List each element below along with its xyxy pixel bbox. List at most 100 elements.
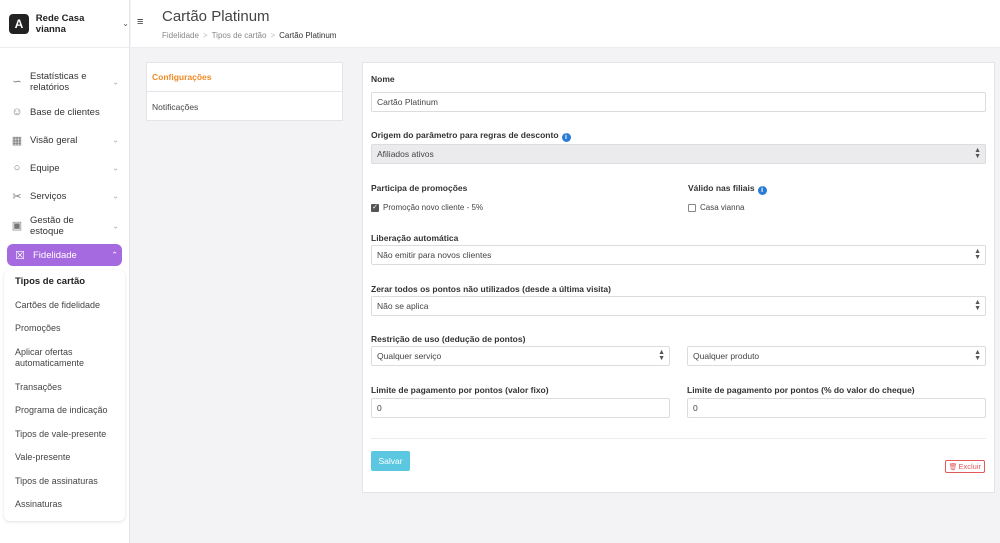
- chevron-down-icon: ⌄: [122, 19, 129, 28]
- reset-select-value: Não se aplica: [377, 301, 429, 311]
- boxes-icon: ▣: [11, 219, 23, 232]
- origin-select[interactable]: Afiliados ativos ▲ ▼: [371, 144, 986, 164]
- form-divider: [371, 438, 986, 439]
- sidebar-item-statistics[interactable]: ∽ Estatísticas e relatórios ⌄: [0, 66, 129, 98]
- limit-pct-input[interactable]: 0: [687, 398, 986, 418]
- person-icon: ○: [13, 162, 21, 174]
- chevron-up-icon: ⌃: [111, 250, 118, 260]
- sidebar-item-loyalty[interactable]: ☒ Fidelidade ⌃: [7, 244, 122, 266]
- sidebar-item-label: Gestão de estoque: [30, 215, 74, 237]
- brand-switcher[interactable]: A Rede Casa vianna ⌄: [0, 0, 129, 48]
- release-select-value: Não emitir para novos clientes: [377, 250, 492, 260]
- select-arrows-icon: ▲ ▼: [974, 147, 981, 160]
- release-label: Liberação automática: [371, 233, 459, 243]
- grid-icon: ▦: [11, 134, 23, 147]
- delete-button-label: Excluir: [958, 462, 981, 471]
- submenu-item-card-types[interactable]: Tipos de cartão: [4, 270, 125, 294]
- select-arrows-icon: ▲ ▼: [974, 299, 981, 312]
- scissors-icon: ✂: [12, 190, 22, 203]
- chevron-down-icon: ⌄: [112, 163, 119, 173]
- select-arrows-icon: ▲ ▼: [658, 349, 665, 362]
- info-icon[interactable]: i: [757, 186, 767, 195]
- trash-icon: 🗑: [948, 463, 958, 471]
- delete-button[interactable]: 🗑 Excluir: [944, 460, 985, 473]
- header: ≡ Cartão Platinum Fidelidade > Tipos de ca…: [131, 0, 1000, 48]
- sidebar-nav: ∽ Estatísticas e relatórios ⌄ ☺ Base de …: [0, 48, 129, 521]
- sidebar-item-team[interactable]: ○ Equipe ⌄: [0, 154, 129, 182]
- submenu-item-loyalty-cards[interactable]: Cartões de fidelidade: [4, 294, 125, 318]
- breadcrumb: Fidelidade > Tipos de cartão > Cartão Platin…: [162, 31, 336, 40]
- restriction-product-value: Qualquer produto: [693, 351, 760, 361]
- branches-label: Válido nas filiais i: [688, 183, 767, 195]
- submenu-item-promotions[interactable]: Promoções: [4, 317, 125, 341]
- limit-pct-value: 0: [693, 403, 698, 413]
- submenu-item-gift-cards[interactable]: Vale-presente: [4, 446, 125, 470]
- limit-pct-label: Limite de pagamento por pontos (% do val…: [687, 385, 915, 395]
- submenu-item-subscription-types[interactable]: Tipos de assinaturas: [4, 470, 125, 494]
- branch-checkbox[interactable]: Casa vianna: [688, 203, 744, 212]
- select-arrows-icon: ▲ ▼: [974, 248, 981, 261]
- brand-logo: A: [9, 13, 29, 34]
- restriction-service-select[interactable]: Qualquer serviço ▲ ▼: [371, 346, 670, 366]
- promo-option-label: Promoção novo cliente - 5%: [383, 203, 484, 212]
- settings-tab-configurations[interactable]: Configurações: [147, 63, 342, 92]
- branch-option-label: Casa vianna: [700, 203, 745, 212]
- name-input[interactable]: Cartão Platinum: [371, 92, 986, 112]
- brand-name: Rede Casa vianna: [35, 12, 85, 35]
- chevron-down-icon: ⌄: [112, 191, 119, 201]
- loyalty-submenu: Tipos de cartão Cartões de fidelidade Pr…: [4, 270, 125, 521]
- origin-select-value: Afiliados ativos: [377, 149, 434, 159]
- sidebar-item-stock[interactable]: ▣ Gestão de estoque ⌄: [0, 210, 129, 242]
- page-title: Cartão Platinum: [162, 8, 270, 25]
- sidebar-item-label: Equipe: [30, 162, 60, 174]
- info-icon[interactable]: i: [561, 133, 571, 142]
- reset-select[interactable]: Não se aplica ▲ ▼: [371, 296, 986, 316]
- limit-fixed-input[interactable]: 0: [371, 398, 670, 418]
- reset-label: Zerar todos os pontos não utilizados (de…: [371, 284, 611, 294]
- select-arrows-icon: ▲ ▼: [974, 349, 981, 362]
- save-button[interactable]: Salvar: [371, 451, 410, 471]
- sidebar-item-services[interactable]: ✂ Serviços ⌄: [0, 182, 129, 210]
- checkbox-checked-icon: ✓: [371, 203, 379, 212]
- sidebar-item-label: Serviços: [30, 190, 67, 202]
- limit-fixed-value: 0: [377, 403, 382, 413]
- sidebar-item-overview[interactable]: ▦ Visão geral ⌄: [0, 126, 129, 154]
- submenu-item-referral[interactable]: Programa de indicação: [4, 399, 125, 423]
- sidebar-item-label: Base de clientes: [30, 106, 100, 118]
- breadcrumb-item[interactable]: Fidelidade: [162, 31, 199, 40]
- promo-checkbox[interactable]: ✓ Promoção novo cliente - 5%: [371, 203, 483, 212]
- restriction-label: Restrição de uso (dedução de pontos): [371, 334, 526, 344]
- restriction-product-select[interactable]: Qualquer produto ▲ ▼: [687, 346, 986, 366]
- submenu-item-auto-offers[interactable]: Aplicar ofertas automaticamente: [4, 341, 104, 376]
- name-label: Nome: [371, 74, 395, 84]
- sidebar-item-label: Visão geral: [30, 134, 78, 146]
- menu-icon[interactable]: ≡: [137, 16, 143, 28]
- submenu-item-gift-card-types[interactable]: Tipos de vale-presente: [4, 423, 125, 447]
- release-select[interactable]: Não emitir para novos clientes ▲ ▼: [371, 245, 986, 265]
- name-input-value: Cartão Platinum: [377, 97, 438, 107]
- card-form-panel: Nome Cartão Platinum Origem do parâmetro…: [362, 62, 995, 493]
- chart-icon: ∽: [12, 75, 22, 88]
- branches-label-text: Válido nas filiais: [688, 183, 755, 193]
- submenu-item-subscriptions[interactable]: Assinaturas: [4, 493, 125, 517]
- submenu-item-transactions[interactable]: Transações: [4, 376, 125, 400]
- breadcrumb-separator: >: [270, 31, 276, 40]
- chevron-down-icon: ⌄: [112, 221, 119, 231]
- settings-menu: Configurações Notificações: [146, 62, 343, 121]
- promo-label: Participa de promoções: [371, 183, 468, 193]
- breadcrumb-current: Cartão Platinum: [279, 31, 337, 40]
- sidebar-item-clients[interactable]: ☺ Base de clientes: [0, 98, 129, 126]
- sidebar: A Rede Casa vianna ⌄ ∽ Estatísticas e re…: [0, 0, 130, 543]
- sidebar-item-label: Estatísticas e relatórios: [30, 71, 87, 93]
- limit-fixed-label: Limite de pagamento por pontos (valor fi…: [371, 385, 549, 395]
- percent-icon: ☒: [15, 249, 25, 262]
- restriction-service-value: Qualquer serviço: [377, 351, 442, 361]
- sidebar-item-label: Fidelidade: [33, 249, 77, 261]
- checkbox-icon: [688, 203, 696, 212]
- chevron-down-icon: ⌄: [112, 135, 119, 145]
- breadcrumb-item[interactable]: Tipos de cartão: [212, 31, 267, 40]
- settings-tab-notifications[interactable]: Notificações: [147, 92, 342, 121]
- origin-label-text: Origem do parâmetro para regras de desco…: [371, 130, 559, 140]
- chevron-down-icon: ⌄: [112, 77, 119, 87]
- users-icon: ☺: [11, 106, 23, 118]
